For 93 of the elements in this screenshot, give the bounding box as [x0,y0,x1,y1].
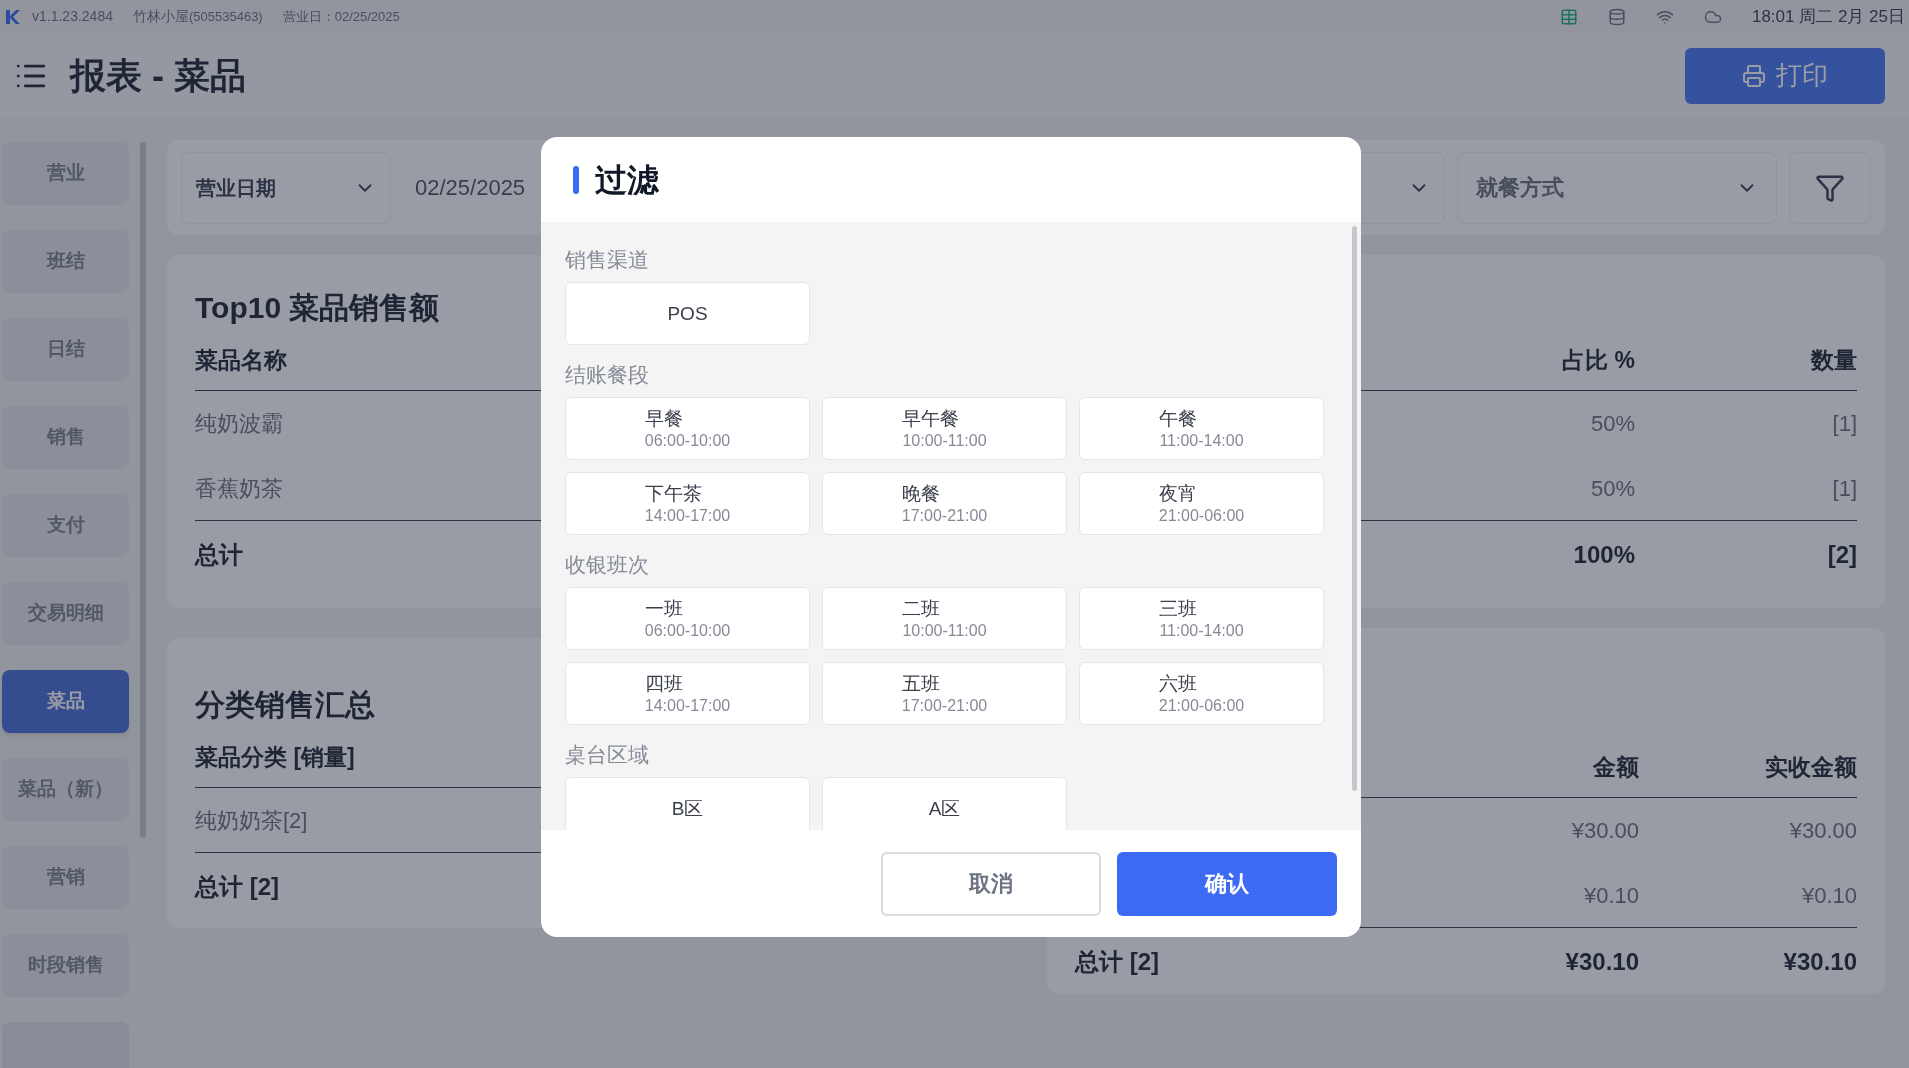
printer-icon [1742,63,1766,88]
card-title: Top10 菜品销售额 [195,290,440,326]
confirm-button[interactable]: 确认 [1117,851,1337,916]
column-header: 菜品名称 [195,346,287,376]
option-button[interactable]: A区 [822,777,1067,830]
table-icon [1559,7,1578,26]
option-button[interactable]: 早餐 06:00-10:00 [565,397,810,460]
table-cell-text: 50% [1589,474,1635,503]
table-cell-text: 香蕉奶茶 [195,474,283,503]
filter-button[interactable] [1789,151,1871,224]
option-button[interactable]: 一班 06:00-10:00 [565,587,810,650]
table-cell-text: ¥0.10 [1800,881,1857,910]
column-header: 金额 [1592,753,1639,783]
scrollbar[interactable] [140,142,146,838]
scrollbar[interactable] [1352,226,1357,791]
shop-name: 竹林小屋(505535463) [132,7,263,26]
option-name: 一班 [644,596,683,621]
title-accent-bar [573,165,579,194]
option-button[interactable]: 三班 11:00-14:00 [1079,587,1324,650]
section-label: 结账餐段 [565,362,650,387]
total-cell-text: 总计 [195,540,243,570]
total-cell-text: ¥30.10 [1782,947,1857,977]
column-header: 菜品分类 [销量] [195,743,355,773]
option-name: 三班 [1159,596,1198,621]
column-header: 占比 % [1561,346,1635,376]
section-label: 桌台区域 [565,742,650,767]
option-name: 晚餐 [901,481,940,506]
option-button[interactable]: 下午茶 14:00-17:00 [565,472,810,535]
dialog-title: 过滤 [595,160,659,200]
table-cell-text: ¥30.00 [1570,817,1639,845]
option-name: 五班 [901,671,940,696]
total-cell-text: ¥30.10 [1564,947,1639,977]
option-name: 二班 [902,596,941,621]
option-time: 21:00-06:00 [1158,695,1245,716]
option-name: 夜宵 [1158,481,1197,506]
business-day: 营业日：02/25/2025 [282,6,400,27]
option-button[interactable]: 五班 17:00-21:00 [822,662,1067,725]
total-cell-text: 100% [1572,540,1635,570]
page-title: 报表 - 菜品 [70,53,246,98]
option-button[interactable]: POS [565,282,810,345]
option-time: 14:00-17:00 [644,695,731,716]
option-name: 早餐 [644,406,683,431]
option-time: 14:00-17:00 [644,505,731,526]
date-type-dropdown[interactable]: 营业日期 [181,151,391,224]
total-cell-text: 总计 [2] [195,872,279,902]
option-name: A区 [928,796,961,821]
table-cell-text: ¥30.00 [1788,817,1857,845]
cancel-button[interactable]: 取消 [881,851,1101,916]
option-name: 六班 [1158,671,1197,696]
table-cell-text: [1] [1831,410,1857,438]
option-name: POS [667,301,708,326]
sidebar-item[interactable]: 菜品 [2,670,129,733]
option-button[interactable]: 夜宵 21:00-06:00 [1079,472,1324,535]
table-cell-text: 50% [1589,410,1635,438]
table-cell-text: 纯奶奶茶[2] [195,806,308,835]
table-cell-text: ¥0.10 [1582,881,1639,910]
option-name: 下午茶 [644,481,702,506]
section-label: 销售渠道 [565,247,650,272]
option-name: 四班 [644,671,683,696]
option-time: 10:00-11:00 [902,430,987,451]
print-button[interactable]: 打印 [1685,47,1885,104]
option-button[interactable]: 晚餐 17:00-21:00 [822,472,1067,535]
option-time: 11:00-14:00 [1159,620,1244,641]
option-button[interactable]: 早午餐 10:00-11:00 [822,397,1067,460]
database-icon [1607,7,1626,26]
option-button[interactable]: B区 [565,777,810,830]
app-logo-icon [4,7,22,26]
clock-text: 18:01 周二 2月 25日 [1751,5,1905,28]
column-header: 实收金额 [1764,753,1857,783]
date-field[interactable]: 02/25/2025 [415,171,526,204]
option-time: 06:00-10:00 [644,620,731,641]
total-cell-text: 总计 [2] [1075,947,1159,977]
column-header: 数量 [1809,346,1857,376]
option-name: 午餐 [1159,406,1198,431]
table-cell-text: 纯奶波霸 [195,410,283,438]
section-label: 收银班次 [565,552,650,577]
option-time: 17:00-21:00 [901,695,988,716]
option-time: 11:00-14:00 [1159,430,1244,451]
total-cell-text: [2] [1826,540,1857,570]
card-title: 分类销售汇总 [195,687,375,723]
option-button[interactable]: 二班 10:00-11:00 [822,587,1067,650]
option-button[interactable]: 午餐 11:00-14:00 [1079,397,1324,460]
option-time: 21:00-06:00 [1158,505,1245,526]
option-time: 17:00-21:00 [901,505,988,526]
option-time: 06:00-10:00 [644,430,731,451]
option-button[interactable]: 四班 14:00-17:00 [565,662,810,725]
option-button[interactable]: 六班 21:00-06:00 [1079,662,1324,725]
dining-mode-dropdown[interactable]: 就餐方式 [1457,151,1777,224]
option-name: 早午餐 [902,406,960,431]
option-name: B区 [671,796,704,821]
version-text: v1.1.23.2484 [32,7,113,26]
table-cell-text: [1] [1831,474,1857,503]
option-time: 10:00-11:00 [902,620,987,641]
